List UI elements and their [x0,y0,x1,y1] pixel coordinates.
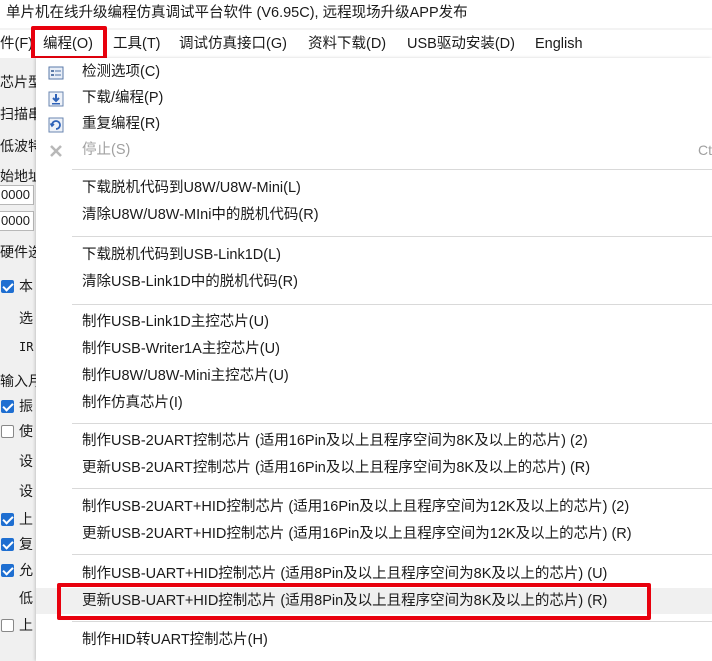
menu-item-label: 清除USB-Link1D中的脱机代码(R) [82,274,298,290]
menu-item-make-emulation-chip[interactable]: 制作仿真芯片(I) [36,390,712,416]
chip-type-label: 芯片型 [0,74,36,90]
menu-item-make-u8w-chip[interactable]: 制作U8W/U8W-Mini主控芯片(U) [36,363,712,389]
menu-item-label: 制作USB-UART+HID控制芯片 (适用8Pin及以上且程序空间为8K及以上… [82,566,608,582]
option-label-6: 设 [19,483,33,499]
menu-item-download-program[interactable]: 下载/编程(P) [36,85,712,111]
menu-debug-emulation[interactable]: 调试仿真接口(G) [179,30,287,58]
option-label-5: 设 [19,453,33,469]
menu-item-label: 制作USB-Writer1A主控芯片(U) [82,341,280,357]
menu-item-label: 重复编程(R) [82,116,161,132]
stop-icon [48,142,64,158]
menu-item-repeat-program[interactable]: 重复编程(R) [36,111,712,137]
menu-separator [72,488,712,489]
end-address-input[interactable]: 0000 [0,211,34,231]
menu-item-make-link1d-chip[interactable]: 制作USB-Link1D主控芯片(U) [36,309,712,335]
update-uart-hid-highlight [57,583,651,620]
menu-item-stop[interactable]: 停止(S) Ct [36,137,712,163]
hardware-options-label: 硬件选 [0,244,36,260]
option-label-3: 振 [19,398,33,414]
menu-item-label: 制作HID转UART控制芯片(H) [82,632,268,648]
menu-item-make-hid-uart-chip[interactable]: 制作HID转UART控制芯片(H) [36,627,712,653]
scan-serial-label[interactable]: 扫描串 [0,104,36,124]
option-checkbox-6[interactable] [1,564,14,577]
menu-item-label: 更新USB-2UART控制芯片 (适用16Pin及以上且程序空间为8K及以上的芯… [82,460,591,476]
menu-item-label: 下载/编程(P) [82,90,164,106]
menu-separator [72,621,712,622]
menu-item-label: 停止(S) [82,142,131,158]
menu-separator [72,236,712,237]
option-label-irc: IR [19,340,34,354]
menu-item-check-options[interactable]: 检测选项(C) [36,59,712,85]
option-label-11: 上 [19,617,33,633]
option-checkbox-1[interactable] [1,280,14,293]
menu-item-label: 更新USB-2UART+HID控制芯片 (适用16Pin及以上且程序空间为12K… [82,526,632,542]
menu-program-highlight [31,26,107,60]
option-checkbox-4[interactable] [1,513,14,526]
download-icon [48,90,64,107]
menu-english[interactable]: English [535,30,583,58]
input-freq-label: 输入月 [0,373,36,389]
option-label-7: 上 [19,511,33,527]
menu-item-label: 制作USB-2UART控制芯片 (适用16Pin及以上且程序空间为8K及以上的芯… [82,433,588,449]
left-settings-panel: 芯片型 扫描串 低波特 始地址 0000 0000 硬件选 本 选 IR 输入月… [0,58,36,661]
menu-item-make-2uart-hid-chip[interactable]: 制作USB-2UART+HID控制芯片 (适用16Pin及以上且程序空间为12K… [36,494,712,520]
menu-separator [72,554,712,555]
repeat-icon [48,116,64,133]
menu-item-label: 制作仿真芯片(I) [82,395,183,411]
window-title: 单片机在线升级编程仿真调试平台软件 (V6.95C), 远程现场升级APP发布 [0,0,712,28]
menu-item-label: 检测选项(C) [82,64,161,80]
menu-item-download-offline-link1d[interactable]: 下载脱机代码到USB-Link1D(L) [36,242,712,268]
menu-item-clear-offline-link1d[interactable]: 清除USB-Link1D中的脱机代码(R) [36,269,712,295]
start-address-label: 始地址 [0,168,36,184]
menu-item-label: 清除U8W/U8W-MIni中的脱机代码(R) [82,207,319,223]
menu-tools[interactable]: 工具(T) [113,30,161,58]
menu-item-download-offline-u8w[interactable]: 下载脱机代码到U8W/U8W-Mini(L) [36,175,712,201]
option-checkbox-5[interactable] [1,538,14,551]
stop-shortcut: Ct [698,142,712,158]
option-checkbox-3[interactable] [1,425,14,438]
option-checkbox-2[interactable] [1,400,14,413]
low-baud-label: 低波特 [0,138,36,154]
menu-item-label: 制作USB-Link1D主控芯片(U) [82,314,269,330]
menu-item-make-2uart-chip[interactable]: 制作USB-2UART控制芯片 (适用16Pin及以上且程序空间为8K及以上的芯… [36,428,712,454]
option-label-2: 选 [19,310,33,326]
menu-item-update-2uart-chip[interactable]: 更新USB-2UART控制芯片 (适用16Pin及以上且程序空间为8K及以上的芯… [36,455,712,481]
option-label-9: 允 [19,562,33,578]
menu-usb-driver[interactable]: USB驱动安装(D) [407,30,515,58]
menu-item-label: 下载脱机代码到USB-Link1D(L) [82,247,281,263]
menu-file[interactable]: 件(F) [0,30,33,58]
option-label-8: 复 [19,536,33,552]
menu-separator [72,169,712,170]
option-label-4: 使 [19,423,33,439]
option-label-10: 低 [19,590,33,606]
start-address-input[interactable]: 0000 [0,185,34,205]
option-label-1: 本 [19,278,33,294]
menu-item-update-2uart-hid-chip[interactable]: 更新USB-2UART+HID控制芯片 (适用16Pin及以上且程序空间为12K… [36,521,712,547]
option-checkbox-7[interactable] [1,619,14,632]
menu-separator [72,423,712,424]
check-options-icon [48,64,64,80]
menu-item-clear-offline-u8w[interactable]: 清除U8W/U8W-MIni中的脱机代码(R) [36,202,712,228]
menu-item-label: 下载脱机代码到U8W/U8W-Mini(L) [82,180,301,196]
program-dropdown-menu: 检测选项(C) 下载/编程(P) 重复编程(R) 停止(S) Ct 下载脱机代码… [36,58,712,661]
menu-downloads[interactable]: 资料下载(D) [308,30,386,58]
menu-item-label: 制作U8W/U8W-Mini主控芯片(U) [82,368,289,384]
menu-separator [72,304,712,305]
menu-item-make-writer1a-chip[interactable]: 制作USB-Writer1A主控芯片(U) [36,336,712,362]
menu-item-label: 制作USB-2UART+HID控制芯片 (适用16Pin及以上且程序空间为12K… [82,499,630,515]
